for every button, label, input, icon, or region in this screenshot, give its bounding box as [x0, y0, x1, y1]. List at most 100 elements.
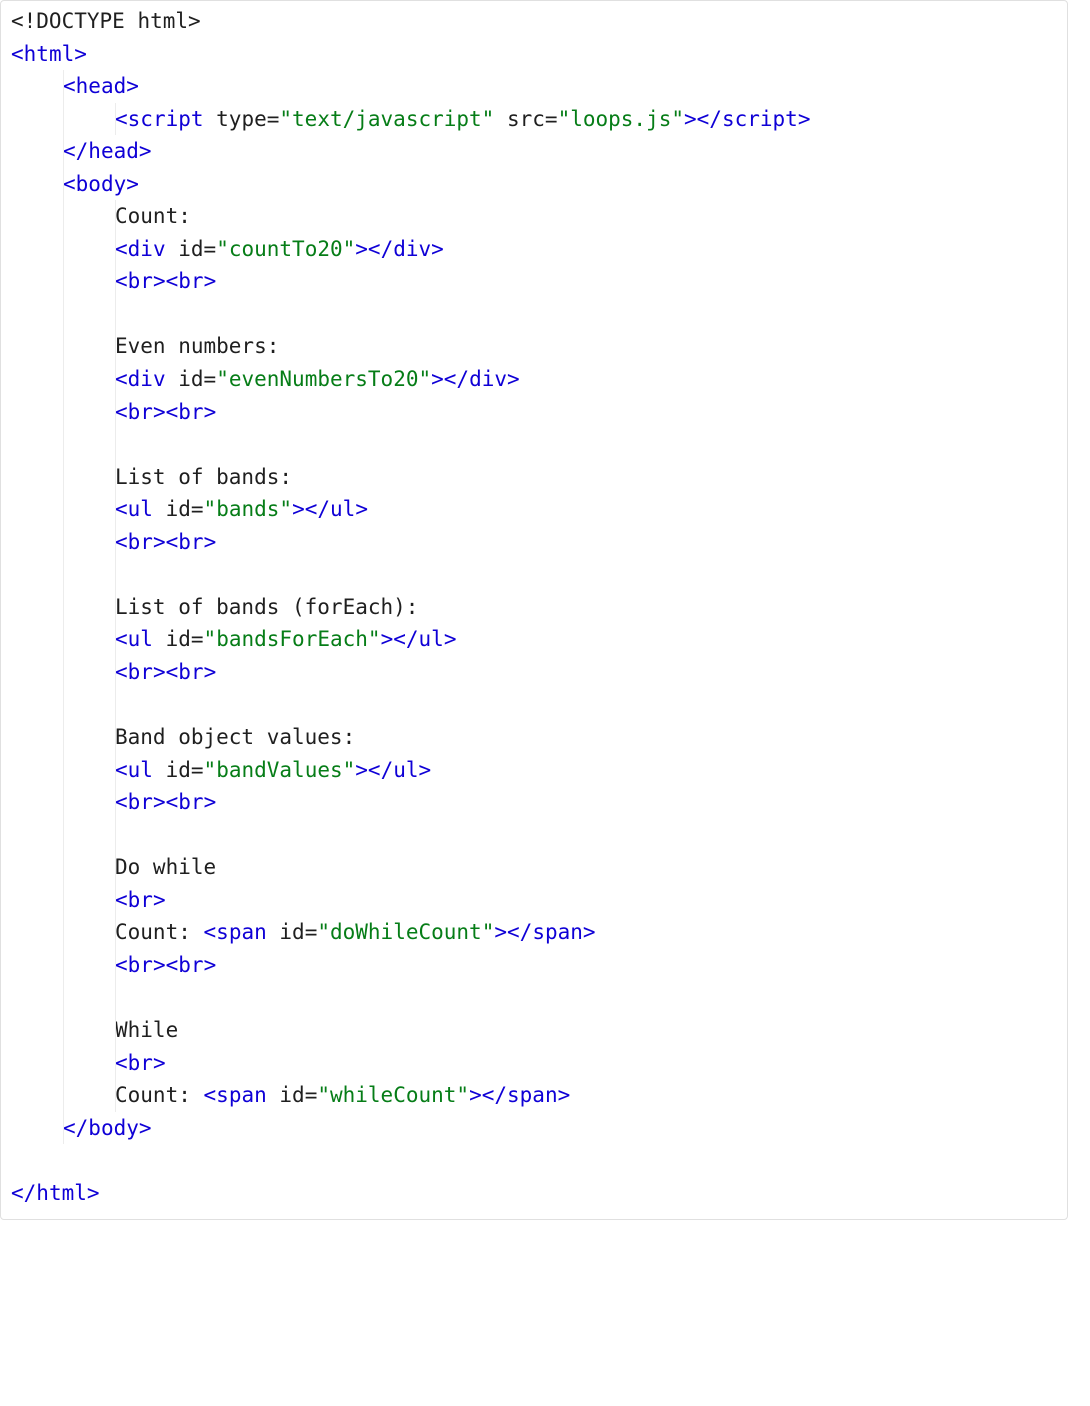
equals: = — [545, 107, 558, 131]
attr-value-id: "bandsForEach" — [204, 627, 381, 651]
text-while: While — [115, 1018, 178, 1042]
tag-html-close: html — [36, 1181, 87, 1205]
angle-close: > — [153, 790, 166, 814]
text-band-object-values: Band object values: — [115, 725, 355, 749]
code-line: <ul id="bandsForEach"></ul> — [11, 623, 1057, 656]
angle-open: < — [115, 497, 128, 521]
code-line-blank — [11, 298, 1057, 331]
angle-open-close: </ — [482, 1083, 507, 1107]
equals: = — [191, 627, 204, 651]
angle-close: > — [153, 400, 166, 424]
angle-open-close: </ — [444, 367, 469, 391]
angle-close: > — [153, 660, 166, 684]
code-line: <ul id="bands"></ul> — [11, 493, 1057, 526]
angle-close: > — [204, 400, 217, 424]
tag-br: br — [128, 269, 153, 293]
angle-open: < — [63, 74, 76, 98]
attr-id: id — [166, 367, 204, 391]
angle-close: > — [431, 237, 444, 261]
text-list-of-bands: List of bands: — [115, 465, 292, 489]
tag-br: br — [178, 400, 203, 424]
attr-value-id: "bands" — [204, 497, 293, 521]
code-line: <head> — [11, 70, 1057, 103]
angle-open: < — [115, 1051, 128, 1075]
tag-ul-close: ul — [419, 627, 444, 651]
tag-div: div — [128, 237, 166, 261]
angle-open-close: </ — [63, 1116, 88, 1140]
code-line: Count: — [11, 200, 1057, 233]
tag-body: body — [76, 172, 127, 196]
angle-close: > — [126, 172, 139, 196]
tag-html: html — [24, 42, 75, 66]
tag-ul: ul — [128, 758, 153, 782]
angle-open: < — [115, 237, 128, 261]
code-line: Even numbers: — [11, 330, 1057, 363]
code-line: <br><br> — [11, 656, 1057, 689]
equals: = — [305, 1083, 318, 1107]
angle-open: < — [166, 953, 179, 977]
code-line: <br><br> — [11, 786, 1057, 819]
tag-head-close: head — [88, 139, 139, 163]
tag-span: span — [216, 920, 267, 944]
angle-close: > — [153, 888, 166, 912]
tag-br: br — [128, 1051, 153, 1075]
angle-close: > — [126, 74, 139, 98]
attr-value-id: "doWhileCount" — [317, 920, 494, 944]
tag-ul: ul — [128, 627, 153, 651]
attr-id: id — [153, 627, 191, 651]
angle-close: > — [507, 367, 520, 391]
equals: = — [191, 497, 204, 521]
angle-open: < — [166, 790, 179, 814]
angle-open-close: </ — [507, 920, 532, 944]
code-line: <br> — [11, 884, 1057, 917]
tag-div-close: div — [469, 367, 507, 391]
code-line-blank — [11, 688, 1057, 721]
code-line: List of bands (forEach): — [11, 591, 1057, 624]
tag-br: br — [128, 660, 153, 684]
angle-open: < — [115, 790, 128, 814]
tag-br: br — [128, 790, 153, 814]
angle-close: > — [153, 530, 166, 554]
angle-open: < — [115, 758, 128, 782]
code-line: Band object values: — [11, 721, 1057, 754]
tag-br: br — [128, 888, 153, 912]
code-block: <!DOCTYPE html> <html> <head> <script ty… — [0, 0, 1068, 1220]
text-count-inline: Count: — [115, 920, 204, 944]
attr-id: id — [153, 758, 191, 782]
code-line: <body> — [11, 168, 1057, 201]
angle-close: > — [153, 269, 166, 293]
code-line-blank — [11, 1144, 1057, 1177]
angle-close: > — [431, 367, 444, 391]
text-count: Count: — [115, 204, 191, 228]
angle-close: > — [381, 627, 394, 651]
angle-close: > — [292, 497, 305, 521]
angle-open-close: </ — [305, 497, 330, 521]
angle-close: > — [153, 1051, 166, 1075]
code-line: List of bands: — [11, 461, 1057, 494]
tag-br: br — [178, 790, 203, 814]
equals: = — [191, 758, 204, 782]
angle-open: < — [115, 530, 128, 554]
text-list-of-bands-foreach: List of bands (forEach): — [115, 595, 418, 619]
attr-value-src: "loops.js" — [558, 107, 684, 131]
attr-type: type — [204, 107, 267, 131]
angle-close: > — [798, 107, 811, 131]
angle-close: > — [204, 790, 217, 814]
angle-open: < — [166, 269, 179, 293]
code-line: <html> — [11, 38, 1057, 71]
angle-open: < — [115, 660, 128, 684]
text-do-while: Do while — [115, 855, 216, 879]
tag-head: head — [76, 74, 127, 98]
code-line: While — [11, 1014, 1057, 1047]
tag-div-close: div — [393, 237, 431, 261]
angle-open: < — [115, 269, 128, 293]
code-line: <br><br> — [11, 949, 1057, 982]
tag-span-close: span — [532, 920, 583, 944]
tag-div: div — [128, 367, 166, 391]
angle-open: < — [115, 107, 128, 131]
angle-open-close: </ — [393, 627, 418, 651]
attr-value-id: "evenNumbersTo20" — [216, 367, 431, 391]
angle-open: < — [63, 172, 76, 196]
code-line: <div id="evenNumbersTo20"></div> — [11, 363, 1057, 396]
attr-value-type: "text/javascript" — [279, 107, 494, 131]
